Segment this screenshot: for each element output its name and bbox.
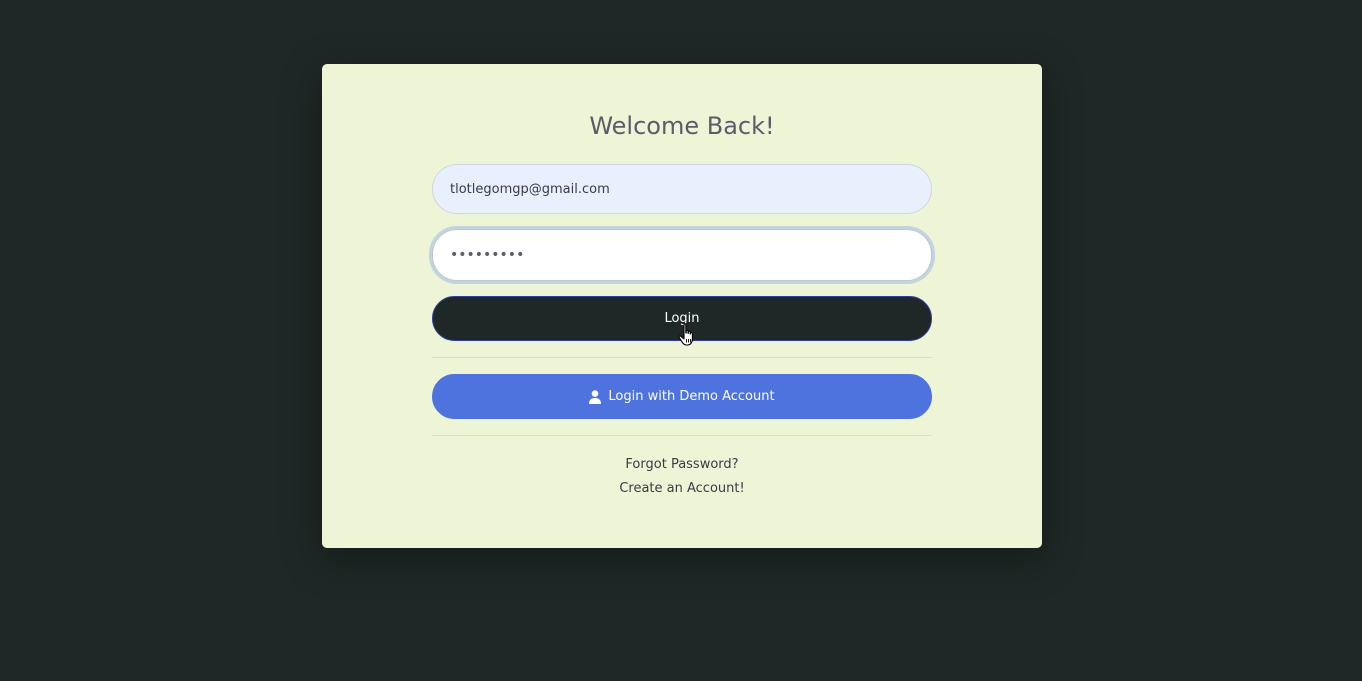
- demo-login-button[interactable]: Login with Demo Account: [432, 374, 932, 419]
- divider: [432, 357, 932, 358]
- user-icon: [589, 389, 602, 404]
- create-account-link[interactable]: Create an Account!: [619, 481, 744, 496]
- login-card: Welcome Back! tlotlegomgp@gmail.com ••••…: [322, 64, 1042, 548]
- demo-login-label: Login with Demo Account: [608, 389, 775, 404]
- divider: [432, 435, 932, 436]
- password-field[interactable]: •••••••••: [432, 229, 932, 281]
- forgot-password-link[interactable]: Forgot Password?: [625, 457, 738, 472]
- hand-cursor-icon: [678, 323, 693, 346]
- page-title: Welcome Back!: [589, 112, 775, 140]
- create-account-link-row: Create an Account!: [322, 481, 1042, 496]
- forgot-password-link-row: Forgot Password?: [322, 457, 1042, 472]
- email-field[interactable]: tlotlegomgp@gmail.com: [432, 164, 932, 214]
